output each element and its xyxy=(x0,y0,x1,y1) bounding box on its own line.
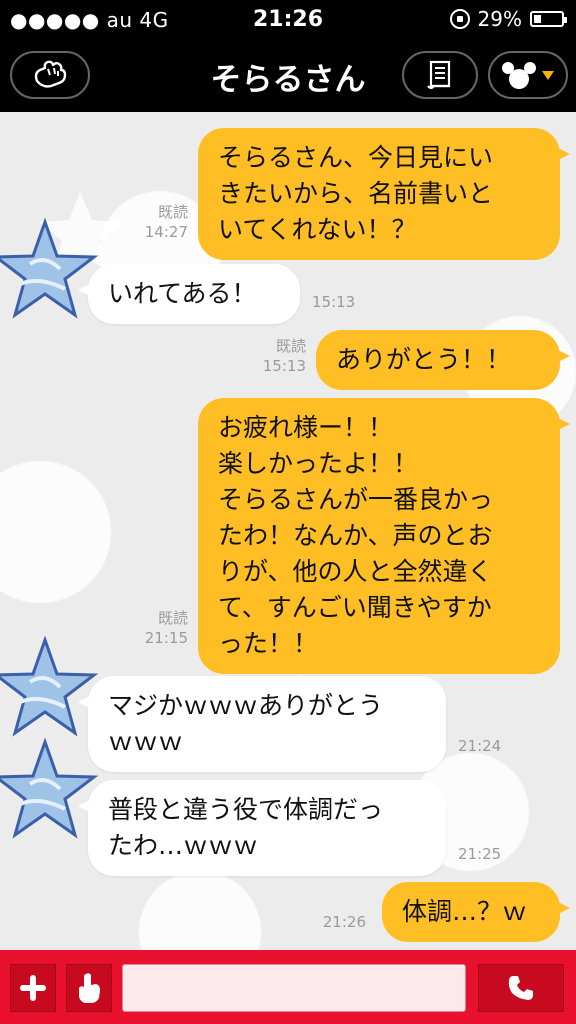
add-button[interactable] xyxy=(10,964,56,1012)
read-receipt: 既読 xyxy=(157,609,188,627)
chat-area[interactable]: 既読 14:27 そらるさん、今日見にい きたいから、名前書いと いてくれない！… xyxy=(0,112,576,950)
message-bubble-outgoing[interactable]: お疲れ様ー！！ 楽しかったよ！！ そらるさんが一番良かっ たわ！なんか、声のとお… xyxy=(198,398,570,674)
message-bubble-outgoing[interactable]: 体調…？ｗ xyxy=(382,882,570,942)
battery-percent: 29% xyxy=(477,7,522,31)
plus-icon xyxy=(20,975,46,1001)
message-input[interactable] xyxy=(122,964,466,1012)
message-meta: 既読 15:13 xyxy=(250,336,306,376)
message-time: 21:26 xyxy=(322,913,366,931)
status-bar: ●●●●● au 4G 21:26 29% xyxy=(0,0,576,40)
message-meta: 既読 21:15 xyxy=(132,608,188,648)
read-receipt: 既読 xyxy=(157,203,188,221)
message-time: 15:13 xyxy=(262,357,306,375)
read-receipt: 既読 xyxy=(275,337,306,355)
sticker-button[interactable] xyxy=(66,964,112,1012)
message-meta: 既読 14:27 xyxy=(132,202,188,242)
input-bar xyxy=(0,950,576,1024)
message-time: 21:25 xyxy=(458,845,502,863)
back-button[interactable] xyxy=(10,51,90,99)
message-bubble-outgoing[interactable]: ありがとう！！ xyxy=(316,330,570,390)
glove-hand-icon xyxy=(34,60,67,88)
chevron-down-icon xyxy=(542,71,554,80)
message-time: 21:24 xyxy=(458,737,502,755)
rotation-lock-icon xyxy=(449,9,470,29)
message-time: 21:15 xyxy=(144,629,188,647)
message-bubble-outgoing[interactable]: そらるさん、今日見にい きたいから、名前書いと いてくれない！？ xyxy=(198,128,570,260)
phone-icon xyxy=(508,976,533,1000)
message-bubble-incoming[interactable]: マジかｗｗｗありがとう ｗｗｗ xyxy=(78,676,446,772)
status-right: 29% xyxy=(449,7,567,31)
blue-star-avatar-icon[interactable] xyxy=(0,632,100,742)
battery-icon xyxy=(530,11,567,27)
message-bubble-incoming[interactable]: いれてある！ xyxy=(78,264,300,324)
glove-hand-icon xyxy=(79,973,100,1003)
chat-header: そらるさん xyxy=(0,40,576,112)
scroll-note-icon xyxy=(427,60,451,90)
call-button[interactable] xyxy=(478,964,564,1012)
blue-star-avatar-icon[interactable] xyxy=(0,734,100,844)
blue-star-avatar-icon[interactable] xyxy=(0,214,100,324)
menu-button[interactable] xyxy=(488,51,568,99)
message-time: 14:27 xyxy=(144,223,188,241)
notes-button[interactable] xyxy=(402,51,478,99)
mouse-ears-icon xyxy=(502,62,536,89)
message-time: 15:13 xyxy=(312,293,356,311)
message-bubble-incoming[interactable]: 普段と違う役で体調だっ たわ…ｗｗｗ xyxy=(78,780,446,876)
